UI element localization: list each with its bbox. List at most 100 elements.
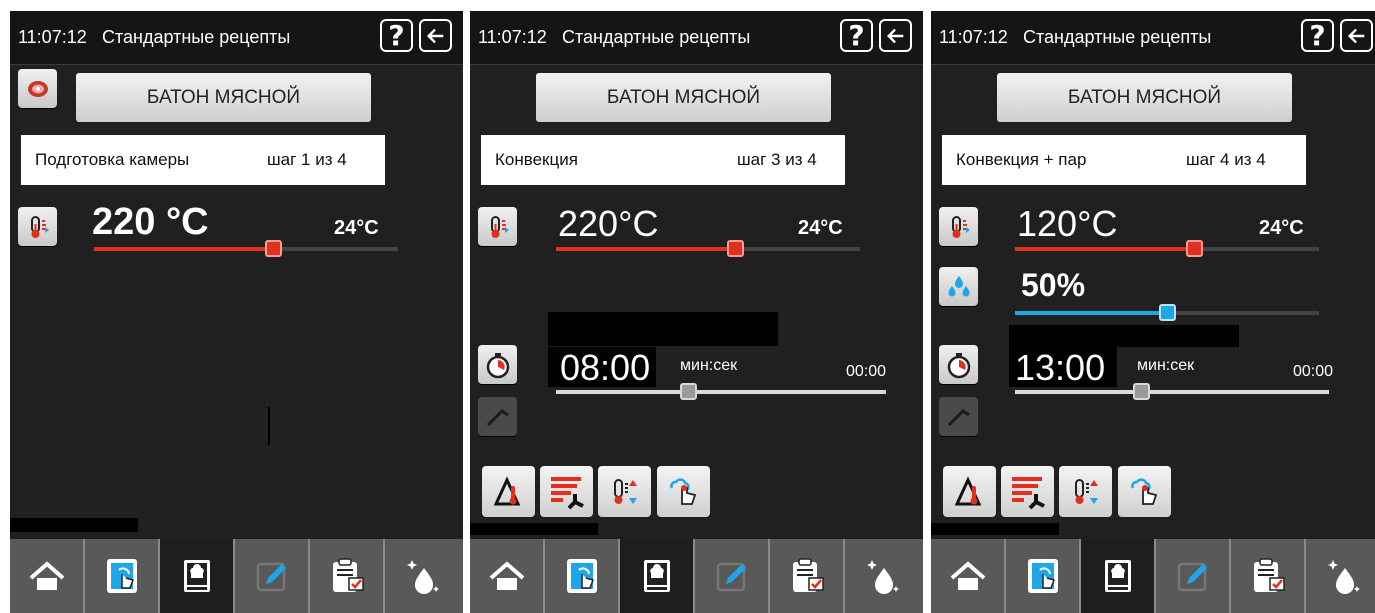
nav-program[interactable]	[310, 539, 385, 613]
back-button[interactable]	[419, 19, 452, 52]
delta-t-icon	[493, 475, 520, 505]
tablet-touch-icon	[1027, 559, 1058, 593]
nav-recipes[interactable]	[1081, 539, 1156, 613]
touch-steam-button[interactable]	[1118, 466, 1171, 517]
nav-manual-mode[interactable]	[1006, 539, 1081, 613]
edit-icon	[256, 562, 286, 592]
timer-slider-handle[interactable]	[1132, 383, 1150, 400]
back-button[interactable]	[879, 19, 912, 52]
nav-manual-mode[interactable]	[85, 539, 160, 613]
recipe-image-button[interactable]	[18, 69, 57, 108]
nav-recipes[interactable]	[160, 539, 235, 613]
delta-t-icon	[954, 475, 981, 505]
home-icon	[950, 561, 985, 590]
timer-button[interactable]	[939, 345, 978, 384]
recipe-book-icon	[1104, 560, 1131, 592]
recipe-book-icon	[643, 560, 670, 592]
timer-slider[interactable]	[556, 383, 886, 400]
nav-edit[interactable]	[695, 539, 770, 613]
nav-wash[interactable]	[385, 539, 463, 613]
current-temperature: 24°C	[798, 217, 843, 239]
core-probe-button[interactable]	[939, 397, 978, 436]
bottom-navigation	[931, 539, 1375, 613]
thermometer-icon	[490, 215, 509, 238]
arrow-left-icon	[886, 28, 903, 43]
humidity-slider[interactable]	[1015, 304, 1319, 321]
help-button[interactable]: ?	[840, 19, 873, 52]
touch-steam-icon	[1130, 477, 1157, 505]
nav-edit[interactable]	[1156, 539, 1231, 613]
recipe-panel-3: 11:07:12 Стандартные рецепты ? БАТОН МЯС…	[931, 11, 1375, 613]
temperature-setpoint: 220°C	[558, 203, 659, 244]
humidity-slider-handle[interactable]	[1159, 304, 1176, 321]
clock: 11:07:12	[18, 27, 87, 47]
temperature-fill	[556, 247, 736, 251]
tablet-touch-icon	[566, 559, 597, 593]
redaction-mark	[10, 518, 138, 532]
temperature-slider[interactable]	[94, 240, 398, 257]
timer-end-value: 00:00	[1293, 363, 1334, 380]
back-button[interactable]	[1340, 19, 1373, 52]
help-button[interactable]: ?	[1301, 19, 1334, 52]
nav-home[interactable]	[470, 539, 545, 613]
step-indicator: Подготовка камеры шаг 1 из 4	[21, 135, 385, 185]
page-title: Стандартные рецепты	[1023, 27, 1212, 47]
recipe-name-button[interactable]: БАТОН МЯСНОЙ	[997, 73, 1292, 122]
nav-wash[interactable]	[1306, 539, 1375, 613]
stopwatch-icon	[947, 352, 970, 378]
nav-home[interactable]	[10, 539, 85, 613]
wash-icon	[867, 560, 899, 594]
nav-edit[interactable]	[235, 539, 310, 613]
touch-steam-button[interactable]	[657, 466, 710, 517]
current-temperature: 24°C	[1259, 217, 1304, 239]
home-icon	[489, 561, 524, 590]
nav-manual-mode[interactable]	[545, 539, 620, 613]
temperature-slider[interactable]	[556, 240, 860, 257]
fan-heat-button[interactable]	[1001, 466, 1054, 517]
timer-value: 08:00	[560, 347, 651, 388]
humidity-button[interactable]	[939, 267, 978, 306]
temperature-slider-handle[interactable]	[727, 240, 745, 257]
clipboard-icon	[332, 558, 364, 592]
redaction-mark	[1009, 325, 1239, 347]
delta-t-button[interactable]	[482, 466, 535, 517]
temperature-slider-handle[interactable]	[265, 240, 283, 257]
temperature-adjust-button[interactable]	[1059, 466, 1112, 517]
timer-value: 13:00	[1015, 347, 1106, 388]
temperature-button[interactable]	[478, 207, 517, 246]
nav-program[interactable]	[1231, 539, 1306, 613]
temperature-button[interactable]	[939, 207, 978, 246]
fan-heat-button[interactable]	[540, 466, 593, 517]
arrow-left-icon	[1347, 28, 1364, 43]
recipe-name-button[interactable]: БАТОН МЯСНОЙ	[536, 73, 831, 122]
timer-slider[interactable]	[1015, 383, 1329, 400]
delta-t-button[interactable]	[943, 466, 996, 517]
nav-home[interactable]	[931, 539, 1006, 613]
help-button[interactable]: ?	[380, 19, 413, 52]
redaction-mark	[931, 523, 1059, 535]
humidity-value: 50%	[1021, 267, 1086, 303]
temperature-slider-handle[interactable]	[1186, 240, 1204, 257]
step-name: Конвекция + пар	[956, 150, 1087, 169]
step-counter: шаг 1 из 4	[267, 150, 347, 169]
nav-recipes[interactable]	[620, 539, 695, 613]
temperature-slider[interactable]	[1015, 240, 1319, 257]
core-probe-button[interactable]	[478, 397, 517, 436]
temperature-fill	[1015, 247, 1195, 251]
nav-program[interactable]	[770, 539, 845, 613]
clipboard-icon	[1253, 558, 1285, 592]
timer-button[interactable]	[478, 345, 517, 384]
timer-unit: мин:сек	[1137, 357, 1195, 374]
nav-wash[interactable]	[845, 539, 923, 613]
temperature-fill	[94, 247, 274, 251]
temperature-button[interactable]	[18, 207, 57, 246]
clock: 11:07:12	[478, 27, 547, 47]
help-icon: ?	[388, 19, 405, 52]
recipe-name-button[interactable]: БАТОН МЯСНОЙ	[76, 73, 371, 122]
timer-slider-handle[interactable]	[680, 383, 697, 400]
thermometer-icon	[951, 215, 970, 238]
temperature-adjust-button[interactable]	[598, 466, 651, 517]
clipboard-icon	[792, 558, 824, 592]
top-bar: 11:07:12 Стандартные рецепты ?	[931, 11, 1375, 65]
current-temperature: 24°C	[334, 217, 379, 239]
